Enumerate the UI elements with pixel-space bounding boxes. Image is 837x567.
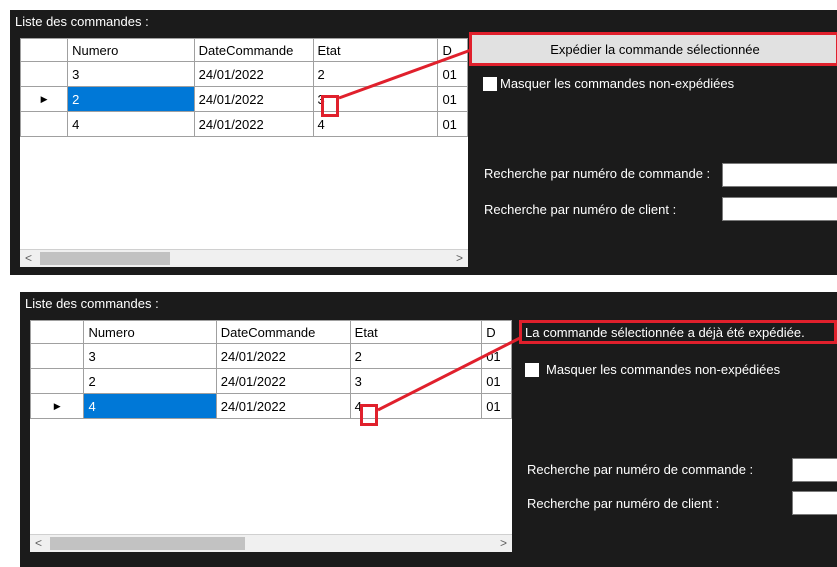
row-header[interactable] <box>20 61 69 87</box>
hide-unshipped-checkbox[interactable] <box>525 363 539 377</box>
row-header[interactable] <box>30 368 85 394</box>
cell-numero[interactable]: 3 <box>67 61 195 87</box>
cell-numero[interactable]: 3 <box>83 343 217 369</box>
scrollbar-thumb[interactable] <box>40 252 170 265</box>
hide-unshipped-checkbox[interactable] <box>483 77 497 91</box>
row-header-corner <box>20 38 69 62</box>
cell-etat[interactable]: 3 <box>349 368 483 394</box>
scroll-right-icon[interactable]: > <box>451 250 468 267</box>
column-header-numero[interactable]: Numero <box>67 38 195 62</box>
cell-date[interactable]: 24/01/2022 <box>215 393 351 419</box>
table-row[interactable]: 2 24/01/2022 3 01 <box>30 368 512 394</box>
table-row[interactable]: ▶ 2 24/01/2022 3 01 <box>20 86 468 112</box>
scroll-left-icon[interactable]: < <box>30 535 47 552</box>
orders-grid[interactable]: Numero DateCommande Etat D 3 24/01/2022 … <box>20 38 468 267</box>
row-header[interactable] <box>30 343 85 369</box>
orders-list-label: Liste des commandes : <box>15 14 149 29</box>
search-order-input[interactable] <box>722 163 837 187</box>
cell-d[interactable]: 01 <box>437 86 468 112</box>
cell-numero[interactable]: 2 <box>67 86 195 112</box>
column-header-etat[interactable]: Etat <box>349 320 483 344</box>
orders-panel-after: Liste des commandes : Numero DateCommand… <box>20 292 837 567</box>
cell-d[interactable]: 01 <box>481 368 512 394</box>
current-row-arrow-icon: ▶ <box>40 93 48 104</box>
cell-numero[interactable]: 4 <box>83 393 217 419</box>
cell-date[interactable]: 24/01/2022 <box>193 86 314 112</box>
orders-list-label: Liste des commandes : <box>25 296 159 311</box>
table-row[interactable]: ▶ 4 24/01/2022 4 01 <box>30 393 512 419</box>
cell-date[interactable]: 24/01/2022 <box>215 343 351 369</box>
orders-panel-before: Liste des commandes : Numero DateCommand… <box>10 10 837 275</box>
table-row[interactable]: 3 24/01/2022 2 01 <box>20 61 468 87</box>
hide-unshipped-label: Masquer les commandes non-expédiées <box>546 362 781 377</box>
cell-numero[interactable]: 4 <box>67 111 195 137</box>
cell-etat[interactable]: 2 <box>312 61 439 87</box>
etat-cell-highlight <box>360 404 378 426</box>
cell-numero[interactable]: 2 <box>83 368 217 394</box>
hide-unshipped-label: Masquer les commandes non-expédiées <box>500 76 735 91</box>
cell-date[interactable]: 24/01/2022 <box>193 111 314 137</box>
cell-date[interactable]: 24/01/2022 <box>193 61 314 87</box>
cell-d[interactable]: 01 <box>481 343 512 369</box>
table-row[interactable]: 4 24/01/2022 4 01 <box>20 111 468 137</box>
search-order-input[interactable] <box>792 458 837 482</box>
grid-header-row: Numero DateCommande Etat D <box>20 38 468 62</box>
column-header-d[interactable]: D <box>437 38 468 62</box>
grid-header-row: Numero DateCommande Etat D <box>30 320 512 344</box>
search-client-input[interactable] <box>722 197 837 221</box>
row-header[interactable]: ▶ <box>30 393 85 419</box>
column-header-numero[interactable]: Numero <box>83 320 217 344</box>
column-header-d[interactable]: D <box>481 320 512 344</box>
scroll-right-icon[interactable]: > <box>495 535 512 552</box>
row-header-corner <box>30 320 85 344</box>
current-row-arrow-icon: ▶ <box>53 400 61 411</box>
horizontal-scrollbar[interactable]: < > <box>30 534 512 552</box>
table-row[interactable]: 3 24/01/2022 2 01 <box>30 343 512 369</box>
etat-cell-highlight <box>321 95 339 117</box>
column-header-datecommande[interactable]: DateCommande <box>215 320 351 344</box>
cell-d[interactable]: 01 <box>481 393 512 419</box>
row-header[interactable]: ▶ <box>20 86 69 112</box>
column-header-datecommande[interactable]: DateCommande <box>193 38 314 62</box>
search-client-label: Recherche par numéro de client : <box>527 496 720 511</box>
search-client-label: Recherche par numéro de client : <box>484 202 677 217</box>
ship-button-highlight <box>469 32 837 66</box>
column-header-etat[interactable]: Etat <box>312 38 439 62</box>
search-client-input[interactable] <box>792 491 837 515</box>
cell-date[interactable]: 24/01/2022 <box>215 368 351 394</box>
search-order-label: Recherche par numéro de commande : <box>484 166 711 181</box>
horizontal-scrollbar[interactable]: < > <box>20 249 468 267</box>
scroll-left-icon[interactable]: < <box>20 250 37 267</box>
search-order-label: Recherche par numéro de commande : <box>527 462 754 477</box>
cell-d[interactable]: 01 <box>437 111 468 137</box>
row-header[interactable] <box>20 111 69 137</box>
message-highlight <box>519 320 837 344</box>
scrollbar-thumb[interactable] <box>50 537 245 550</box>
cell-etat[interactable]: 2 <box>349 343 483 369</box>
cell-d[interactable]: 01 <box>437 61 468 87</box>
orders-grid[interactable]: Numero DateCommande Etat D 3 24/01/2022 … <box>30 320 512 552</box>
